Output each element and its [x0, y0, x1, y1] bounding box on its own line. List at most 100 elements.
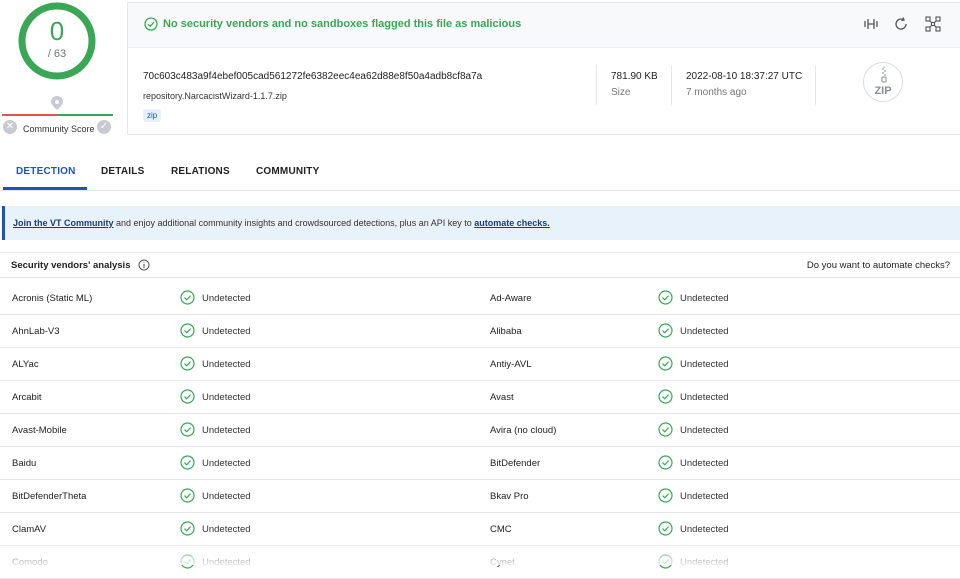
check-circle-icon [144, 17, 158, 31]
vendor-row: Acronis (Static ML) Undetected Ad-Aware Und… [0, 282, 960, 315]
vendor-name: Acronis (Static ML) [12, 293, 93, 304]
detection-score-widget: 0 / 63 ✕ Community Score ✓ [0, 0, 114, 140]
vendor-result: Undetected [680, 524, 729, 535]
check-circle-icon [658, 290, 673, 310]
vendor-row: Arcabit Undetected Avast Undetected [0, 381, 960, 414]
check-circle-icon [658, 455, 673, 475]
score-value: 0 [49, 16, 65, 46]
vendor-name: ClamAV [12, 524, 47, 535]
vendors-table: Acronis (Static ML) Undetected Ad-Aware Und… [0, 282, 960, 579]
vendor-result: Undetected [680, 326, 729, 337]
file-size: 781.90 KB [611, 71, 658, 82]
check-circle-icon [658, 488, 673, 508]
vendor-name: BitDefender [490, 458, 541, 469]
automate-question[interactable]: Do you want to automate checks? [807, 260, 950, 271]
vendor-row: Avast-Mobile Undetected Avira (no cloud) Un… [0, 414, 960, 447]
check-circle-icon [180, 455, 195, 475]
vendor-row: ALYac Undetected Antiy-AVL Undetected [0, 348, 960, 381]
check-circle-icon [658, 356, 673, 376]
divider [815, 65, 816, 105]
downvote-icon[interactable]: ✕ [3, 120, 17, 134]
vendor-result: Undetected [202, 359, 251, 370]
vendor-result: Undetected [202, 392, 251, 403]
file-hash[interactable]: 70c603c483a9f4ebef005cad561272fe6382eec4… [143, 71, 482, 82]
info-text: and enjoy additional community insights … [113, 218, 475, 228]
check-circle-icon [658, 521, 673, 541]
divider [671, 65, 672, 105]
vendor-result: Undetected [680, 359, 729, 370]
check-circle-icon [180, 488, 195, 508]
vendor-row: ClamAV Undetected CMC Undetected [0, 513, 960, 546]
reanalyze-icon[interactable] [893, 16, 909, 32]
zipper-icon [881, 67, 887, 83]
automate-checks-link[interactable]: automate checks. [474, 218, 550, 228]
check-circle-icon [180, 422, 195, 442]
file-tag[interactable]: zip [143, 109, 162, 122]
vendor-row: AhnLab-V3 Undetected Alibaba Undetected [0, 315, 960, 348]
vendor-row: BitDefenderTheta Undetected Bkav Pro Undete… [0, 480, 960, 513]
vendor-name: Baidu [12, 458, 37, 469]
status-message: No security vendors and no sandboxes fla… [163, 18, 522, 30]
vendor-name: Ad-Aware [490, 293, 532, 304]
scroll-fade [0, 543, 960, 565]
vendor-name: Alibaba [490, 326, 522, 337]
file-type-label: ZIP [874, 85, 892, 97]
graph-icon[interactable] [925, 16, 941, 32]
vendor-result: Undetected [680, 293, 729, 304]
check-circle-icon [180, 521, 195, 541]
active-tab-indicator [3, 187, 87, 190]
info-icon[interactable] [138, 259, 150, 271]
vendor-result: Undetected [680, 425, 729, 436]
analysis-date-relative: 7 months ago [686, 87, 747, 98]
file-type-badge: ZIP [863, 62, 903, 102]
vendor-result: Undetected [202, 491, 251, 502]
check-circle-icon [180, 356, 195, 376]
divider [596, 65, 597, 105]
community-score-label: Community Score [23, 124, 95, 134]
file-size-label: Size [611, 87, 631, 98]
vendor-result: Undetected [202, 524, 251, 535]
vendor-name: Antiy-AVL [490, 359, 532, 370]
vendors-title: Security vendors' analysis [11, 260, 131, 271]
location-pin-icon [51, 96, 63, 110]
vendor-name: BitDefenderTheta [12, 491, 87, 502]
vendor-name: Avira (no cloud) [490, 425, 557, 436]
vendor-name: ALYac [12, 359, 39, 370]
community-info-bar: Join the VT Community and enjoy addition… [2, 206, 960, 240]
vendor-result: Undetected [202, 326, 251, 337]
analysis-date: 2022-08-10 18:37:27 UTC [686, 71, 803, 82]
file-summary-card: No security vendors and no sandboxes fla… [127, 2, 960, 135]
tab-detection[interactable]: DETECTION [16, 166, 76, 177]
status-banner: No security vendors and no sandboxes fla… [128, 3, 960, 48]
vendor-result: Undetected [680, 392, 729, 403]
check-circle-icon [658, 422, 673, 442]
vendor-name: Avast [490, 392, 514, 403]
tab-bar: DETECTION DETAILS RELATIONS COMMUNITY [0, 158, 960, 191]
join-community-link[interactable]: Join the VT Community [13, 218, 114, 228]
vendors-section-header: Security vendors' analysis Do you want t… [0, 252, 960, 278]
check-circle-icon [180, 323, 195, 343]
vendor-result: Undetected [680, 491, 729, 502]
vendor-result: Undetected [202, 293, 251, 304]
vendor-result: Undetected [202, 425, 251, 436]
upvote-icon[interactable]: ✓ [97, 120, 111, 134]
tab-community[interactable]: COMMUNITY [256, 166, 319, 177]
score-total: / 63 [47, 48, 67, 60]
vendor-row: Baidu Undetected BitDefender Undetected [0, 447, 960, 480]
vendor-name: CMC [490, 524, 512, 535]
check-circle-icon [658, 323, 673, 343]
check-circle-icon [180, 389, 195, 409]
vendor-name: Bkav Pro [490, 491, 529, 502]
vendor-result: Undetected [202, 458, 251, 469]
compare-icon[interactable] [863, 16, 879, 32]
check-circle-icon [180, 290, 195, 310]
check-circle-icon [658, 389, 673, 409]
vendor-name: AhnLab-V3 [12, 326, 60, 337]
vendor-name: Arcabit [12, 392, 42, 403]
file-name: repository.NarcacistWizard-1.1.7.zip [143, 91, 287, 101]
vendor-name: Avast-Mobile [12, 425, 67, 436]
tab-relations[interactable]: RELATIONS [171, 166, 230, 177]
tab-details[interactable]: DETAILS [101, 166, 144, 177]
community-score-bar [2, 114, 113, 116]
vendor-result: Undetected [680, 458, 729, 469]
